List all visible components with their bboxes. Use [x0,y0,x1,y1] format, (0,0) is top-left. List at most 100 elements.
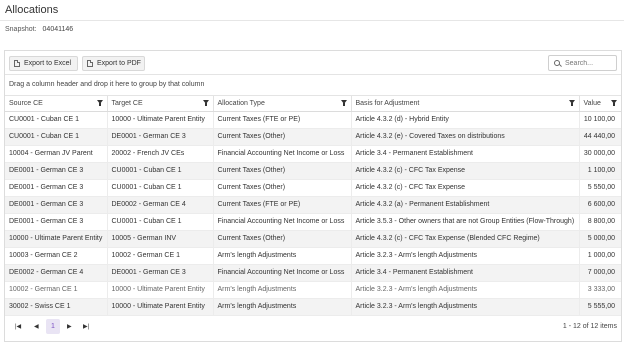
cell-basis-for-adjustment: Article 3.2.3 - Arm's length Adjustments [351,298,580,316]
cell-value: 44 440,00 [579,128,621,146]
cell-value: 5 555,00 [579,298,621,316]
filter-icon[interactable] [202,100,209,106]
cell-value: 5 000,00 [579,230,621,248]
table-row[interactable]: 10000 - Ultimate Parent Entity 10005 - Ge… [5,230,621,248]
column-header-value[interactable]: Value [579,96,621,112]
snapshot-value: 04041146 [42,26,74,33]
export-pdf-label: Export to PDF [97,60,141,67]
cell-basis-for-adjustment: Article 3.4 - Permanent Establishment [351,264,580,282]
allocations-table: Source CE Target CE Allocation Type Basis f… [5,96,621,316]
grid-toolbar: Export to Excel Export to PDF [5,51,621,75]
snapshot-label: Snapshot: [5,26,37,33]
cell-basis-for-adjustment: Article 3.5.3 - Other owners that are no… [351,213,580,231]
table-row[interactable]: CU0001 - Cuban CE 1 DE0001 - German CE 3C… [5,128,621,146]
cell-value: 6 600,00 [579,196,621,214]
table-header-row: Source CE Target CE Allocation Type Basis f… [5,96,621,112]
table-row[interactable]: 30002 - Swiss CE 1 10000 - Ultimate Paren… [5,298,621,316]
divider [0,20,624,21]
table-row[interactable]: 10004 - German JV Parent 20002 - French J… [5,145,621,163]
cell-target-ce: DE0001 - German CE 3 [107,128,214,146]
table-row[interactable]: DE0001 - German CE 3 CU0001 - Cuban CE 1C… [5,162,621,180]
cell-source-ce: DE0001 - German CE 3 [5,196,108,214]
search-icon [554,60,560,66]
snapshot-info: Snapshot: 04041146 [5,26,73,33]
table-row[interactable]: DE0001 - German CE 3 CU0001 - Cuban CE 1F… [5,213,621,231]
table-row[interactable]: 10003 - German CE 2 10002 - German CE 1 Ar… [5,247,621,265]
cell-allocation-type: Arm's length Adjustments [213,247,352,265]
cell-value: 3 333,00 [579,281,621,299]
table-row[interactable]: DE0001 - German CE 3 DE0002 - German CE 4… [5,196,621,214]
cell-allocation-type: Financial Accounting Net Income or Loss [213,213,352,231]
cell-basis-for-adjustment: Article 3.2.3 - Arm's length Adjustments [351,281,580,299]
cell-target-ce: 10000 - Ultimate Parent Entity [107,111,214,129]
cell-source-ce: 10000 - Ultimate Parent Entity [5,230,108,248]
last-page-icon[interactable]: ▶| [83,323,89,330]
cell-source-ce: CU0001 - Cuban CE 1 [5,111,108,129]
cell-basis-for-adjustment: Article 3.4 - Permanent Establishment [351,145,580,163]
cell-source-ce: DE0002 - German CE 4 [5,264,108,282]
cell-value: 7 000,00 [579,264,621,282]
prev-page-icon[interactable]: ◀ [34,323,39,330]
cell-target-ce: 20002 - French JV CEs [107,145,214,163]
cell-value: 1 000,00 [579,247,621,265]
cell-target-ce: 10005 - German INV [107,230,214,248]
search-box[interactable] [548,55,617,71]
filter-icon[interactable] [96,100,103,106]
cell-basis-for-adjustment: Article 4.3.2 (c) - CFC Tax Expense (Ble… [351,230,580,248]
cell-target-ce: 10000 - Ultimate Parent Entity [107,298,214,316]
cell-source-ce: 10002 - German CE 1 [5,281,108,299]
table-row[interactable]: 10002 - German CE 1 10000 - Ultimate Pare… [5,281,621,299]
export-pdf-button[interactable]: Export to PDF [82,56,145,71]
cell-value: 10 100,00 [579,111,621,129]
cell-source-ce: DE0001 - German CE 3 [5,179,108,197]
search-input[interactable] [565,59,615,67]
column-header-allocation-type[interactable]: Allocation Type [213,96,352,112]
column-header-label: Source CE [9,99,43,107]
cell-basis-for-adjustment: Article 4.3.2 (a) - Permanent Establishm… [351,196,580,214]
page-number-button[interactable]: 1 [46,319,60,334]
first-page-icon[interactable]: |◀ [15,323,21,330]
cell-allocation-type: Financial Accounting Net Income or Loss [213,264,352,282]
cell-allocation-type: Current Taxes (FTE or PE) [213,196,352,214]
pager: |◀ ◀ 1 ▶ ▶| 1 - 12 of 12 items [5,314,621,342]
cell-target-ce: DE0002 - German CE 4 [107,196,214,214]
table-row[interactable]: CU0001 - Cuban CE 1 10000 - Ultimate Pare… [5,111,621,129]
pager-info: 1 - 12 of 12 items [562,323,617,330]
cell-value: 8 800,00 [579,213,621,231]
table-row[interactable]: DE0001 - German CE 3 CU0001 - Cuban CE 1C… [5,179,621,197]
cell-value: 30 000,00 [579,145,621,163]
filter-icon[interactable] [340,100,347,106]
cell-target-ce: CU0001 - Cuban CE 1 [107,162,214,180]
filter-icon[interactable] [568,100,575,106]
column-header-label: Value [583,99,601,107]
cell-value: 5 550,00 [579,179,621,197]
cell-source-ce: DE0001 - German CE 3 [5,162,108,180]
column-header-label: Basis for Adjustment [355,99,420,107]
cell-target-ce: 10000 - Ultimate Parent Entity [107,281,214,299]
document-icon [87,60,93,67]
cell-allocation-type: Current Taxes (Other) [213,162,352,180]
table-row[interactable]: DE0002 - German CE 4 DE0001 - German CE 3… [5,264,621,282]
cell-allocation-type: Current Taxes (Other) [213,179,352,197]
column-header-label: Target CE [111,99,143,107]
export-excel-button[interactable]: Export to Excel [9,56,78,71]
column-header-basis-for-adjustment[interactable]: Basis for Adjustment [351,96,580,112]
next-page-icon[interactable]: ▶ [67,323,72,330]
cell-basis-for-adjustment: Article 4.3.2 (d) - Hybrid Entity [351,111,580,129]
cell-target-ce: DE0001 - German CE 3 [107,264,214,282]
cell-allocation-type: Current Taxes (Other) [213,230,352,248]
cell-source-ce: 30002 - Swiss CE 1 [5,298,108,316]
cell-target-ce: 10002 - German CE 1 [107,247,214,265]
group-panel-hint[interactable]: Drag a column header and drop it here to… [9,81,204,88]
cell-basis-for-adjustment: Article 4.3.2 (c) - CFC Tax Expense [351,162,580,180]
cell-basis-for-adjustment: Article 3.2.3 - Arm's length Adjustments [351,247,580,265]
cell-source-ce: 10003 - German CE 2 [5,247,108,265]
cell-basis-for-adjustment: Article 4.3.2 (e) - Covered Taxes on dis… [351,128,580,146]
column-header-target-ce[interactable]: Target CE [107,96,214,112]
cell-source-ce: CU0001 - Cuban CE 1 [5,128,108,146]
cell-allocation-type: Current Taxes (Other) [213,128,352,146]
column-header-source-ce[interactable]: Source CE [5,96,108,112]
cell-basis-for-adjustment: Article 4.3.2 (c) - CFC Tax Expense [351,179,580,197]
column-header-label: Allocation Type [217,99,265,107]
filter-icon[interactable] [611,100,617,106]
